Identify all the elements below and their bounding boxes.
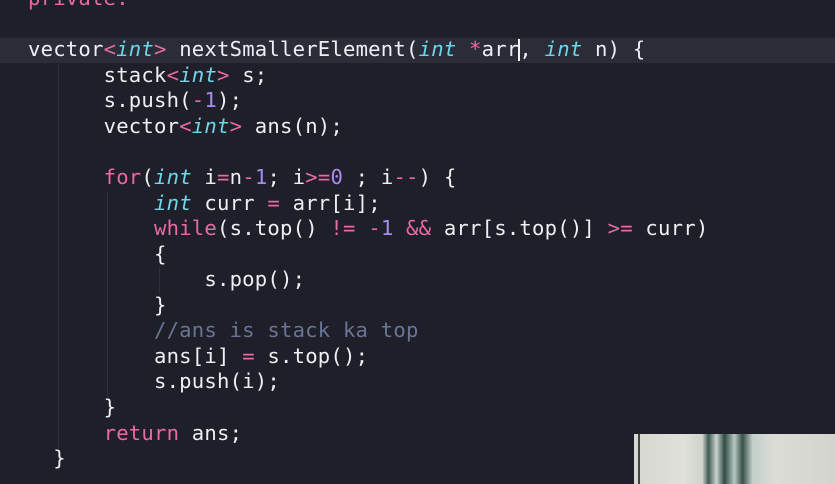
code-line[interactable]: for(int i=n-1; i>=0 ; i--) { [28,165,457,191]
code-token: s.top(); [254,343,369,368]
code-token: ) { [418,165,457,190]
code-token: > [229,113,243,138]
code-token: s.push( [28,88,192,113]
code-line[interactable]: s.push(-1); [28,88,242,114]
code-token: 0 [330,165,344,190]
code-token: > [154,37,167,62]
code-token: for [103,165,142,190]
code-token: } [28,395,117,419]
code-token: 1 [380,216,394,241]
code-token: { [28,241,167,266]
code-token: } [28,292,167,317]
code-token: = [242,343,255,368]
code-token: -- [393,165,419,190]
code-token: - [191,88,205,113]
code-token: ); [217,88,243,113]
code-token: while [154,216,217,241]
code-token: curr [191,190,268,215]
code-token: curr) [632,216,709,241]
code-token: arr[s.top()] [431,216,608,241]
code-token: < [103,37,117,62]
code-token: //ans is stack ka top [28,318,419,343]
code-token: (s.top() [217,216,331,241]
code-token: vector [28,113,180,138]
code-line[interactable]: ans[i] = s.top(); [28,344,368,370]
code-token: < [179,113,192,138]
code-line[interactable]: stack<int> s; [28,62,268,89]
code-line[interactable]: int curr = arr[i]; [28,191,381,217]
code-line[interactable]: { [28,242,167,268]
code-token: vector [28,37,104,62]
code-token: int [418,37,457,62]
code-token: 1 [204,88,217,113]
code-token: arr[i]; [280,190,381,215]
code-token: int [179,62,217,87]
code-token: >= [305,165,331,190]
code-token: s; [229,62,268,87]
code-token: < [166,62,180,87]
code-token: = [267,190,280,215]
code-token: ( [141,165,154,190]
code-line[interactable]: while(s.top() != -1 && arr[s.top()] >= c… [28,216,708,242]
code-line[interactable]: //ans is stack ka top [28,318,419,344]
code-token: } [28,446,66,471]
code-token: int [154,165,192,190]
code-token: int [191,113,230,138]
code-line[interactable]: vector<int> ans(n); [28,114,343,140]
code-token: n) { [582,37,646,62]
code-token: return [103,420,180,445]
code-token: private: [28,0,129,10]
code-token: = [217,165,230,190]
code-token: i [191,165,217,190]
code-token: && [406,216,432,241]
code-token: - [242,165,255,190]
code-token: 1 [254,165,268,190]
code-line[interactable]: } [28,446,66,472]
code-token: ; i [343,165,394,190]
code-token: , [519,37,545,62]
code-line[interactable]: } [28,293,167,319]
code-token: * [469,37,482,62]
code-token: int [154,190,192,215]
code-token: s.pop(); [28,267,306,292]
code-token: int [544,37,583,62]
code-token: ; i [267,165,306,190]
code-token: s.push(i); [28,369,280,394]
code-line[interactable]: s.push(i); [28,369,280,395]
code-token: nextSmallerElement( [166,37,419,62]
code-token: >= [607,216,633,241]
code-token: != [330,216,356,241]
webcam-overlay [634,434,835,484]
code-line[interactable]: private: [28,0,129,12]
code-line[interactable]: } [28,395,116,421]
code-token: n [229,165,243,190]
code-token: - [368,216,381,241]
code-token: ans; [179,420,243,445]
code-line[interactable]: s.pop(); [28,267,305,293]
code-line[interactable]: vector<int> nextSmallerElement(int *arr,… [28,37,645,63]
code-token: stack [28,62,167,87]
code-token: > [217,62,230,87]
code-editor[interactable]: private:vector<int> nextSmallerElement(i… [0,0,835,484]
code-token: arr [481,37,520,62]
code-line[interactable]: return ans; [28,421,242,447]
code-token: int [116,37,154,62]
code-token: ans[i] [28,343,243,368]
code-token: ans(n); [242,113,343,138]
